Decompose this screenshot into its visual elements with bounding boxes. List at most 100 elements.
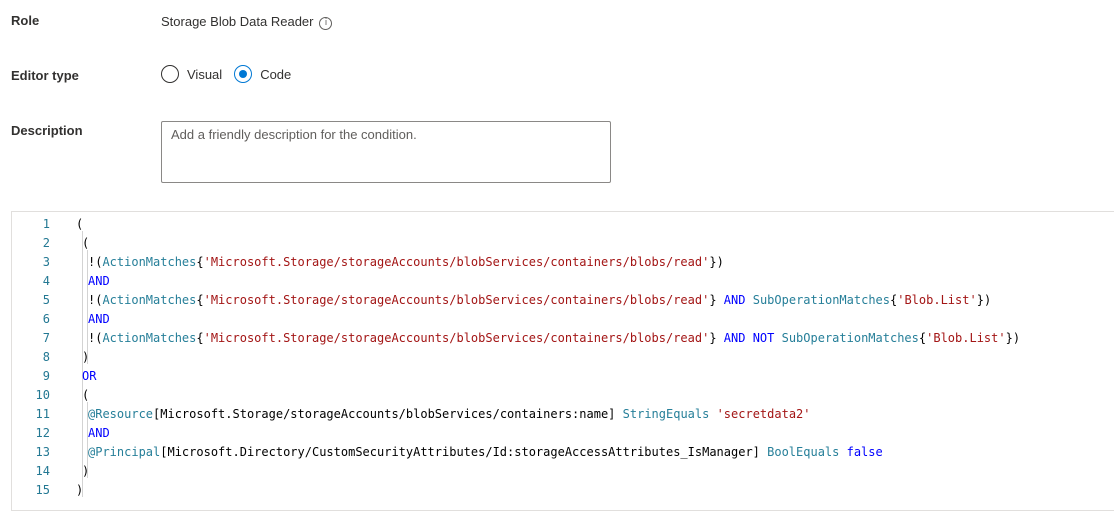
code-token: OR (82, 369, 97, 383)
code-token: 'Microsoft.Storage/storageAccounts/blobS… (203, 293, 710, 307)
radio-code-circle[interactable] (234, 65, 253, 83)
code-line[interactable]: 9 OR (12, 367, 1112, 386)
line-number: 7 (42, 331, 50, 345)
code-line[interactable]: 13 @Principal[Microsoft.Directory/CustomS… (12, 443, 1112, 462)
code-token: StringEquals (622, 407, 710, 421)
code-token: false (846, 445, 883, 459)
code-token: AND (723, 293, 746, 307)
editor-type-radio-group: Visual Code (161, 65, 303, 83)
code-token: @Resource (88, 407, 154, 421)
line-number: 10 (35, 388, 50, 402)
code-token: AND NOT (723, 331, 775, 345)
code-text: @Resource[Microsoft.Storage/storageAccou… (88, 405, 811, 424)
code-text: !(ActionMatches{'Microsoft.Storage/stora… (88, 253, 724, 272)
code-line[interactable]: 6 AND (12, 310, 1112, 329)
line-number: 1 (42, 217, 50, 231)
code-token: ) (76, 483, 84, 497)
role-value: Storage Blob Data Reader i (161, 14, 333, 30)
code-line[interactable]: 14) (12, 462, 1112, 481)
code-token: SubOperationMatches (752, 293, 890, 307)
code-token: SubOperationMatches (781, 331, 919, 345)
code-token: 'Microsoft.Storage/storageAccounts/blobS… (203, 255, 710, 269)
code-text: !(ActionMatches{'Microsoft.Storage/stora… (88, 329, 1020, 348)
code-line[interactable]: 4 AND (12, 272, 1112, 291)
code-token: }) (1005, 331, 1021, 345)
code-line[interactable]: 12 AND (12, 424, 1112, 443)
code-token: !( (88, 331, 103, 345)
code-token: ( (82, 236, 90, 250)
code-token: }) (709, 255, 724, 269)
radio-visual-label: Visual (187, 66, 223, 82)
code-token: 'Microsoft.Storage/storageAccounts/blobS… (203, 331, 710, 345)
description-label: Description (11, 123, 83, 138)
code-token: ( (82, 388, 90, 402)
code-line[interactable]: 2( (12, 234, 1112, 253)
line-number: 6 (42, 312, 50, 326)
radio-code-label: Code (260, 66, 292, 82)
code-text: ( (82, 234, 89, 253)
code-editor[interactable]: 1(2(3 !(ActionMatches{'Microsoft.Storage/… (11, 211, 1114, 511)
code-token: ActionMatches (102, 331, 197, 345)
description-input[interactable] (161, 121, 611, 183)
editor-type-label: Editor type (11, 68, 79, 83)
code-text: ) (76, 481, 83, 500)
code-line[interactable]: 3 !(ActionMatches{'Microsoft.Storage/stor… (12, 253, 1112, 272)
code-line[interactable]: 1( (12, 215, 1112, 234)
line-number: 3 (42, 255, 50, 269)
code-token: AND (88, 274, 110, 288)
code-line[interactable]: 8) (12, 348, 1112, 367)
line-number: 13 (35, 445, 50, 459)
line-number: 9 (42, 369, 50, 383)
code-text: ) (82, 462, 89, 481)
code-token: 'Blob.List' (926, 331, 1006, 345)
code-token: } (709, 331, 724, 345)
code-token: ( (76, 217, 84, 231)
code-text: @Principal[Microsoft.Directory/CustomSec… (88, 443, 883, 462)
code-token: }) (976, 293, 992, 307)
code-token: { (196, 331, 204, 345)
line-number: 15 (35, 483, 50, 497)
code-line[interactable]: 7 !(ActionMatches{'Microsoft.Storage/stor… (12, 329, 1112, 348)
code-token: ) (82, 464, 90, 478)
code-text: OR (82, 367, 96, 386)
code-text: ( (76, 215, 83, 234)
code-line[interactable]: 11 @Resource[Microsoft.Storage/storageAcc… (12, 405, 1112, 424)
info-icon[interactable]: i (319, 17, 333, 30)
line-number: 8 (42, 350, 50, 364)
code-token: 'Blob.List' (897, 293, 977, 307)
code-token: @Principal (88, 445, 161, 459)
code-line[interactable]: 5 !(ActionMatches{'Microsoft.Storage/stor… (12, 291, 1112, 310)
radio-visual[interactable]: Visual (161, 65, 222, 83)
role-name: Storage Blob Data Reader (161, 14, 314, 29)
code-text: AND (88, 310, 110, 329)
role-label: Role (11, 13, 40, 28)
radio-code[interactable]: Code (234, 65, 291, 83)
code-token: [Microsoft.Storage/storageAccounts/blobS… (153, 407, 623, 421)
code-text: !(ActionMatches{'Microsoft.Storage/stora… (88, 291, 991, 310)
code-token: 'secretdata2' (716, 407, 811, 421)
code-token: AND (88, 426, 110, 440)
code-token: BoolEquals (767, 445, 840, 459)
line-number: 5 (42, 293, 50, 307)
code-line[interactable]: 15) (12, 481, 1112, 500)
code-token: AND (88, 312, 110, 326)
line-number: 2 (42, 236, 50, 250)
code-text: ) (82, 348, 89, 367)
radio-visual-circle[interactable] (161, 65, 179, 83)
code-text: ( (82, 386, 89, 405)
line-number: 14 (35, 464, 50, 478)
line-number: 11 (35, 407, 50, 421)
code-line[interactable]: 10 ( (12, 386, 1112, 405)
code-token: } (709, 293, 724, 307)
code-token: [Microsoft.Directory/CustomSecurityAttri… (160, 445, 768, 459)
code-token: !( (88, 293, 103, 307)
code-text: AND (88, 424, 110, 443)
code-token: { (196, 293, 204, 307)
code-text: AND (88, 272, 110, 291)
code-token: ActionMatches (102, 255, 197, 269)
code-token: ActionMatches (102, 293, 197, 307)
code-token: !( (88, 255, 103, 269)
